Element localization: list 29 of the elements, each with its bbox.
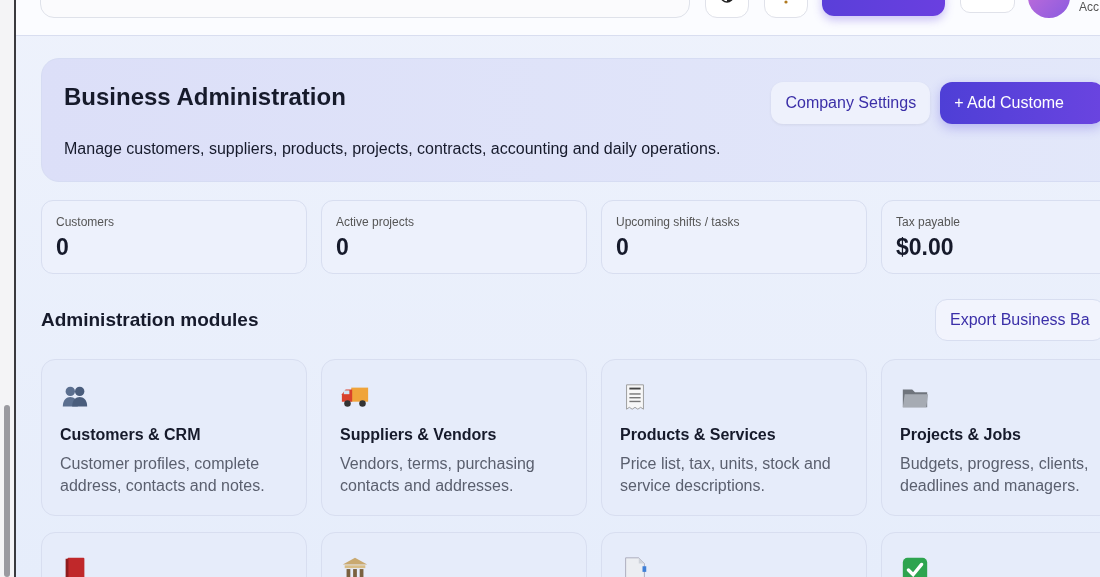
module-description: Price list, tax, units, stock and service descriptions. bbox=[620, 454, 832, 496]
module-description: Customer profiles, complete address, contacts and notes. bbox=[60, 454, 266, 496]
module-title: Products & Services bbox=[620, 426, 777, 444]
page-subtitle: Manage customers, suppliers, products, projects, contracts, accounting and daily operations. bbox=[64, 140, 722, 158]
stat-label: Active projects bbox=[336, 215, 416, 229]
page-title: Business Administration bbox=[64, 82, 347, 111]
check-box-icon bbox=[900, 555, 930, 577]
export-button[interactable]: Export Business Ba bbox=[935, 299, 1100, 341]
company-settings-button[interactable]: Company Settings bbox=[771, 82, 931, 124]
module-description: Budgets, progress, clients, deadlines and managers. bbox=[900, 454, 1090, 496]
module-title: Customers & CRM bbox=[60, 426, 202, 444]
stat-label: Upcoming shifts / tasks bbox=[616, 215, 741, 229]
stat-value: 0 bbox=[616, 234, 630, 261]
module-title: Suppliers & Vendors bbox=[340, 426, 498, 444]
module-card[interactable]: Products & Services Price list, tax, units, stock and service descriptions. bbox=[601, 359, 867, 516]
module-card[interactable]: Customers & CRM Customer profiles, complete address, contacts and notes. bbox=[41, 359, 307, 516]
stat-value: 0 bbox=[56, 234, 70, 261]
section-title: Administration modules bbox=[41, 309, 260, 331]
account-label: Acc bbox=[1079, 0, 1099, 14]
stat-value: 0 bbox=[336, 234, 350, 261]
add-customer-button[interactable]: + Add Custome bbox=[940, 82, 1100, 124]
module-card[interactable]: Projects & Jobs Budgets, progress, clients, deadlines and managers. bbox=[881, 359, 1100, 516]
stat-label: Customers bbox=[56, 215, 115, 229]
module-card[interactable]: Suppliers & Vendors Vendors, terms, purchasing contacts and addresses. bbox=[321, 359, 587, 516]
stat-label: Tax payable bbox=[896, 215, 962, 229]
stat-value: $0.00 bbox=[896, 234, 955, 261]
module-title: Projects & Jobs bbox=[900, 426, 1022, 444]
module-description: Vendors, terms, purchasing contacts and addresses. bbox=[340, 454, 536, 496]
scrollbar-thumb[interactable] bbox=[4, 405, 10, 577]
